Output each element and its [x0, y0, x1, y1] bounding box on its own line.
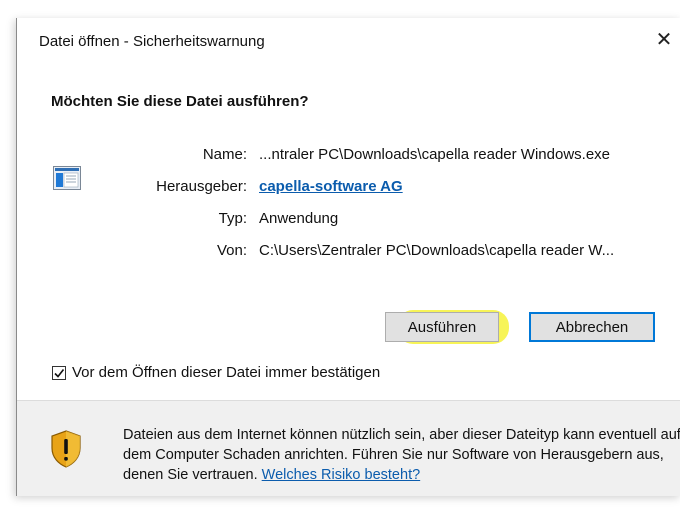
close-button[interactable]: ✕ [647, 24, 680, 54]
from-label: Von: [216, 242, 247, 259]
always-confirm-label: Vor dem Öffnen dieser Datei immer bestät… [72, 364, 381, 381]
publisher-label: Herausgeber: [156, 178, 247, 195]
name-value: ...ntraler PC\Downloads\capella reader W… [259, 146, 610, 163]
always-confirm-checkbox[interactable] [52, 365, 66, 380]
warning-text: Dateien aus dem Internet können nützlich… [123, 425, 680, 485]
name-label: Name: [202, 146, 247, 163]
window-title: Datei öffnen - Sicherheitswarnung [39, 33, 265, 50]
always-confirm-checkbox-row[interactable]: Vor dem Öffnen dieser Datei immer bestät… [52, 364, 380, 381]
publisher-link[interactable]: capella-software AG [259, 178, 403, 195]
type-label: Typ: [218, 210, 247, 227]
risk-link[interactable]: Welches Risiko besteht? [262, 467, 421, 483]
type-value: Anwendung [259, 210, 339, 227]
from-value: C:\Users\Zentraler PC\Downloads\capella … [259, 242, 615, 259]
security-shield-icon [51, 430, 81, 468]
cancel-button[interactable]: Abbrechen [529, 312, 655, 342]
close-icon: ✕ [655, 28, 673, 51]
security-warning-dialog: Datei öffnen - Sicherheitswarnung ✕ Möch… [16, 18, 680, 496]
checkmark-icon [54, 368, 65, 378]
run-button[interactable]: Ausführen [385, 312, 499, 342]
title-bar: Datei öffnen - Sicherheitswarnung ✕ [17, 18, 680, 64]
dialog-heading: Möchten Sie diese Datei ausführen? [51, 93, 309, 110]
